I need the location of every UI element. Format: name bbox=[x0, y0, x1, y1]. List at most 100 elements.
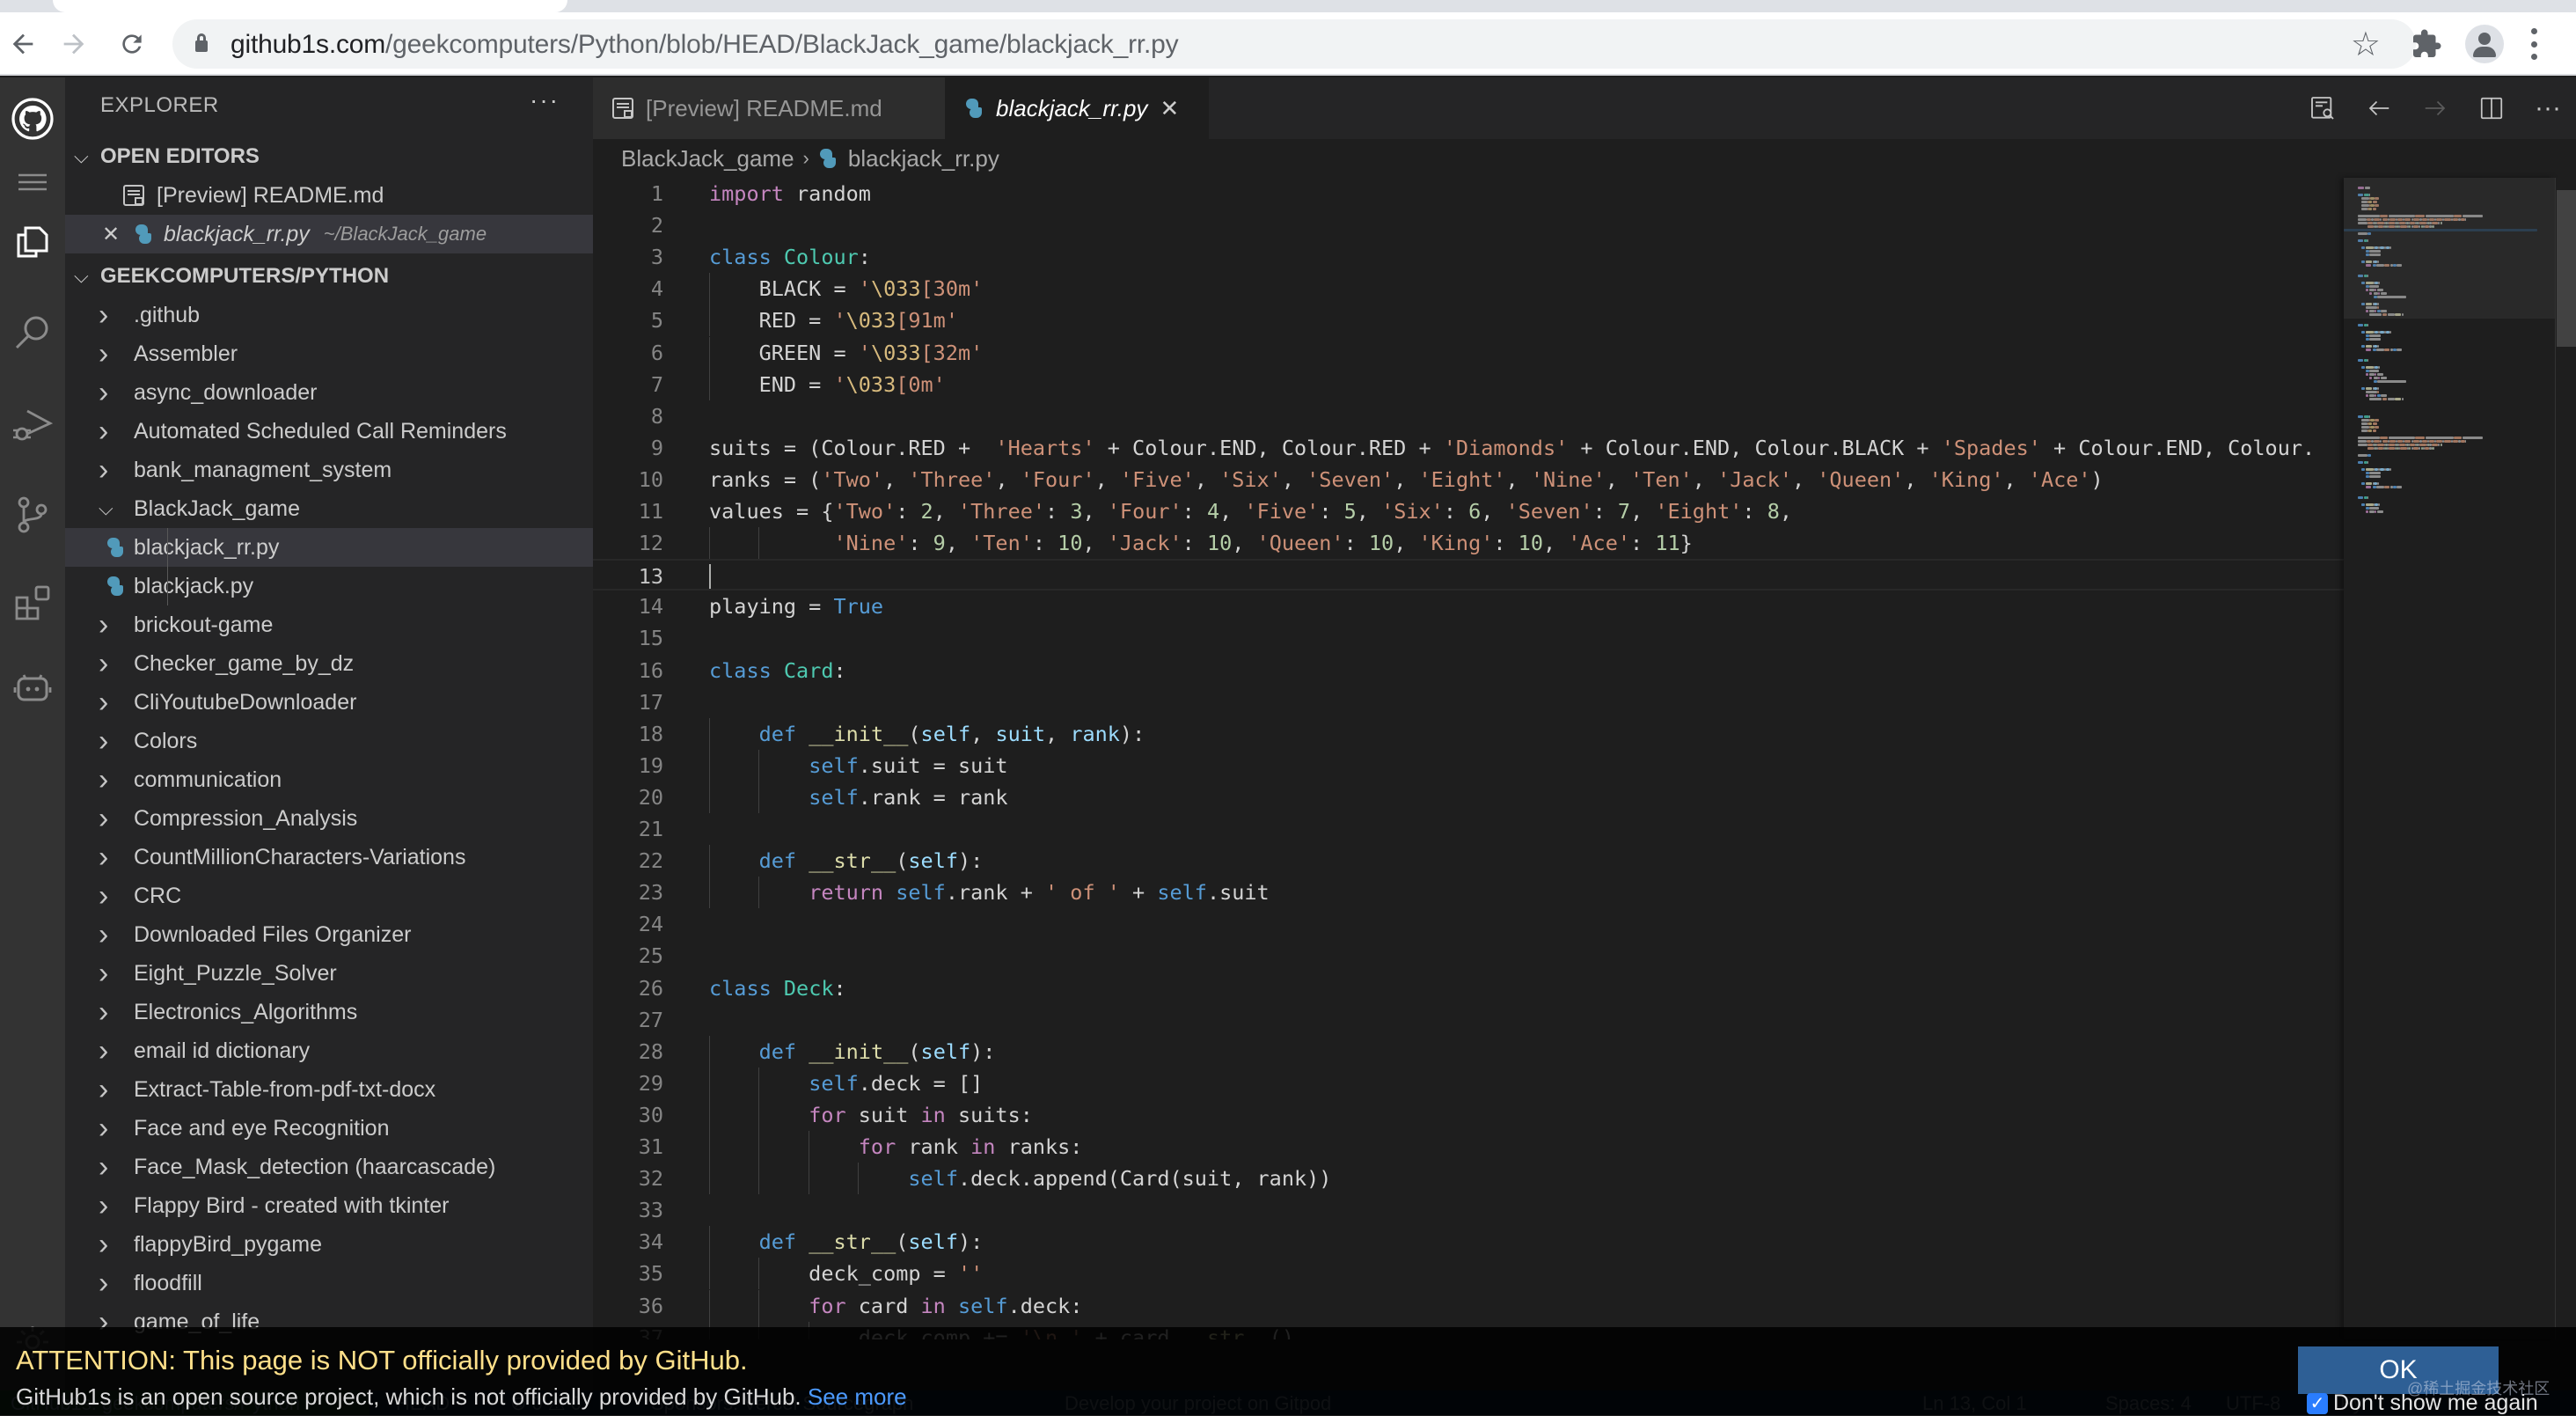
code-line[interactable]: 21 bbox=[593, 813, 2344, 845]
tree-folder-item[interactable]: › Assembler bbox=[65, 334, 593, 373]
tree-folder-item[interactable]: › Face and eye Recognition bbox=[65, 1109, 593, 1148]
tree-folder-item[interactable]: › .github bbox=[65, 296, 593, 334]
code-line[interactable]: 33 bbox=[593, 1194, 2344, 1226]
code-line[interactable]: 36 for card in self.deck: bbox=[593, 1290, 2344, 1322]
code-line[interactable]: 18 def __init__(self, suit, rank): bbox=[593, 718, 2344, 750]
code-line[interactable]: 8 bbox=[593, 400, 2344, 432]
scrollbar-thumb[interactable] bbox=[2557, 190, 2576, 347]
code-line[interactable]: 22 def __str__(self): bbox=[593, 845, 2344, 877]
go-forward-icon[interactable] bbox=[2407, 77, 2463, 139]
code-line[interactable]: 15 bbox=[593, 622, 2344, 654]
extensions-puzzle-icon[interactable] bbox=[2411, 28, 2442, 60]
tree-folder-item[interactable]: › Downloaded Files Organizer bbox=[65, 915, 593, 954]
code-line[interactable]: 12 'Nine': 9, 'Ten': 10, 'Jack': 10, 'Qu… bbox=[593, 527, 2344, 559]
code-line[interactable]: 6 GREEN = '\033[32m' bbox=[593, 337, 2344, 369]
tree-folder-item[interactable]: › CRC bbox=[65, 877, 593, 915]
code-line[interactable]: 23 return self.rank + ' of ' + self.suit bbox=[593, 877, 2344, 908]
tree-folder-item[interactable]: ⌵ BlackJack_game bbox=[65, 489, 593, 528]
code-line[interactable]: 28 def __init__(self): bbox=[593, 1036, 2344, 1068]
url-text[interactable]: github1s.com/geekcomputers/Python/blob/H… bbox=[231, 30, 1179, 60]
bookmark-star-icon[interactable]: ☆ bbox=[2351, 25, 2381, 64]
checkmark-icon[interactable]: ✓ bbox=[2307, 1392, 2328, 1414]
tree-folder-item[interactable]: › flappyBird_pygame bbox=[65, 1225, 593, 1264]
code-line[interactable]: 10 ranks = ('Two', 'Three', 'Four', 'Five… bbox=[593, 464, 2344, 495]
code-line[interactable]: 16 class Card: bbox=[593, 655, 2344, 686]
extensions-icon[interactable] bbox=[0, 570, 65, 635]
tree-folder-item[interactable]: › async_downloader bbox=[65, 373, 593, 412]
forward-button[interactable] bbox=[55, 25, 93, 63]
code-line[interactable]: 35 deck_comp = '' bbox=[593, 1258, 2344, 1289]
code-line[interactable]: 4 BLACK = '\033[30m' bbox=[593, 273, 2344, 304]
tree-folder-item[interactable]: › CliYoutubeDownloader bbox=[65, 683, 593, 722]
open-editors-header[interactable]: ⌵ OPEN EDITORS bbox=[65, 137, 593, 176]
tree-folder-item[interactable]: › Electronics_Algorithms bbox=[65, 993, 593, 1031]
explorer-more-icon[interactable]: ··· bbox=[530, 86, 560, 114]
code-editor[interactable]: 1 import random 2 3 class Colour: 4 BLACK = '… bbox=[593, 178, 2344, 1339]
run-debug-icon[interactable] bbox=[0, 393, 65, 458]
tree-folder-item[interactable]: › CountMillionCharacters-Variations bbox=[65, 838, 593, 877]
tree-folder-item[interactable]: › floodfill bbox=[65, 1264, 593, 1302]
tree-folder-item[interactable]: › Compression_Analysis bbox=[65, 799, 593, 838]
code-line[interactable]: 24 bbox=[593, 908, 2344, 940]
split-editor-icon[interactable] bbox=[2463, 77, 2520, 139]
tree-folder-item[interactable]: › email id dictionary bbox=[65, 1031, 593, 1070]
code-line[interactable]: 9 suits = (Colour.RED + 'Hearts' + Colour… bbox=[593, 432, 2344, 464]
tree-file-item[interactable]: blackjack_rr.py bbox=[65, 528, 593, 567]
github-icon[interactable] bbox=[0, 86, 65, 151]
minimap[interactable] bbox=[2344, 178, 2555, 1339]
open-editor-blackjack-rr[interactable]: ✕ blackjack_rr.py ~/BlackJack_game bbox=[65, 215, 593, 253]
tree-folder-item[interactable]: › Eight_Puzzle_Solver bbox=[65, 954, 593, 993]
tree-folder-item[interactable]: › communication bbox=[65, 760, 593, 799]
dont-show-again-checkbox[interactable]: ✓ Don't show me again bbox=[2307, 1390, 2538, 1416]
address-bar[interactable]: github1s.com/geekcomputers/Python/blob/H… bbox=[172, 19, 2416, 69]
code-line[interactable]: 20 self.rank = rank bbox=[593, 781, 2344, 813]
tree-folder-item[interactable]: › Colors bbox=[65, 722, 593, 760]
code-line[interactable]: 11 values = {'Two': 2, 'Three': 3, 'Four'… bbox=[593, 495, 2344, 527]
menu-icon[interactable] bbox=[0, 150, 65, 215]
code-line[interactable]: 3 class Colour: bbox=[593, 241, 2344, 273]
go-back-icon[interactable] bbox=[2351, 77, 2407, 139]
code-line[interactable]: 14 playing = True bbox=[593, 591, 2344, 622]
tree-folder-item[interactable]: › Checker_game_by_dz bbox=[65, 644, 593, 683]
tree-folder-item[interactable]: › Face_Mask_detection (haarcascade) bbox=[65, 1148, 593, 1186]
tree-folder-item[interactable]: › bank_managment_system bbox=[65, 451, 593, 489]
code-line[interactable]: 29 self.deck = [] bbox=[593, 1068, 2344, 1099]
code-line[interactable]: 34 def __str__(self): bbox=[593, 1226, 2344, 1258]
source-control-icon[interactable] bbox=[0, 482, 65, 547]
code-line[interactable]: 5 RED = '\033[91m' bbox=[593, 304, 2344, 336]
copilot-icon[interactable] bbox=[0, 655, 65, 720]
code-line[interactable]: 31 for rank in ranks: bbox=[593, 1131, 2344, 1163]
code-line[interactable]: 19 self.suit = suit bbox=[593, 750, 2344, 781]
more-actions-icon[interactable]: ··· bbox=[2520, 77, 2576, 139]
open-preview-icon[interactable] bbox=[2294, 77, 2351, 139]
code-line[interactable]: 7 END = '\033[0m' bbox=[593, 369, 2344, 400]
tab-blackjack-rr[interactable]: blackjack_rr.py ✕ bbox=[945, 77, 1209, 139]
back-button[interactable] bbox=[4, 25, 42, 63]
reload-button[interactable] bbox=[113, 25, 151, 63]
code-line[interactable]: 32 self.deck.append(Card(suit, rank)) bbox=[593, 1163, 2344, 1194]
tab-readme-preview[interactable]: [Preview] README.md bbox=[593, 77, 945, 139]
code-line[interactable]: 27 bbox=[593, 1004, 2344, 1036]
tree-folder-item[interactable]: › Extract-Table-from-pdf-txt-docx bbox=[65, 1070, 593, 1109]
tree-folder-item[interactable]: › Automated Scheduled Call Reminders bbox=[65, 412, 593, 451]
see-more-link[interactable]: See more bbox=[808, 1383, 907, 1410]
browser-menu-icon[interactable] bbox=[2528, 28, 2539, 60]
tree-file-item[interactable]: blackjack.py bbox=[65, 567, 593, 605]
code-line[interactable]: 1 import random bbox=[593, 178, 2344, 209]
breadcrumb-folder[interactable]: BlackJack_game bbox=[621, 145, 794, 172]
code-line[interactable]: 30 for suit in suits: bbox=[593, 1099, 2344, 1131]
profile-avatar[interactable] bbox=[2465, 25, 2504, 63]
explorer-icon[interactable] bbox=[0, 209, 65, 275]
tree-folder-item[interactable]: › brickout-game bbox=[65, 605, 593, 644]
browser-active-tab[interactable] bbox=[53, 0, 567, 12]
repo-header[interactable]: ⌵ GEEKCOMPUTERS/PYTHON bbox=[65, 257, 593, 296]
breadcrumb-file[interactable]: blackjack_rr.py bbox=[848, 145, 999, 172]
code-line[interactable]: 13 bbox=[593, 559, 2344, 591]
open-editor-readme[interactable]: [Preview] README.md bbox=[65, 176, 593, 215]
code-line[interactable]: 25 bbox=[593, 940, 2344, 972]
code-line[interactable]: 2 bbox=[593, 209, 2344, 241]
code-line[interactable]: 17 bbox=[593, 686, 2344, 718]
tree-folder-item[interactable]: › Flappy Bird - created with tkinter bbox=[65, 1186, 593, 1225]
search-icon[interactable] bbox=[0, 301, 65, 366]
minimap-slider[interactable] bbox=[2344, 178, 2555, 319]
